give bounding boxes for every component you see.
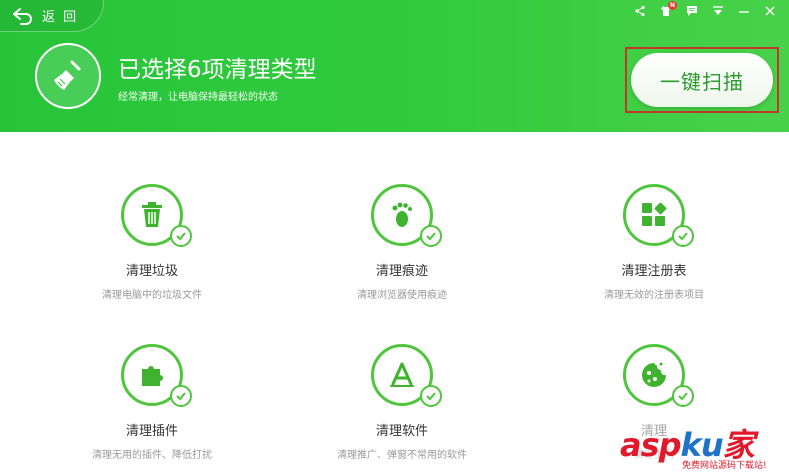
close-icon[interactable] (761, 2, 779, 20)
cookie-icon (623, 344, 694, 407)
check-icon[interactable] (672, 385, 694, 407)
check-icon[interactable] (170, 225, 192, 247)
footprint-icon (371, 184, 442, 247)
skin-icon[interactable]: N (657, 1, 677, 20)
clean-item-desc: 清理电脑中的垃圾文件 (102, 290, 202, 301)
clean-item-desc: 清理无用的插件、降低打扰 (92, 450, 212, 461)
trash-icon (121, 184, 192, 247)
check-icon[interactable] (420, 385, 442, 407)
menu-icon[interactable] (709, 2, 727, 20)
page-title: 已选择6项清理类型 (118, 57, 317, 83)
one-click-scan-button[interactable]: 一键扫描 (631, 53, 773, 107)
page-subtitle: 经常清理，让电脑保持最轻松的状态 (118, 92, 278, 103)
minimize-icon[interactable] (735, 2, 753, 20)
check-icon[interactable] (420, 225, 442, 247)
broom-badge (35, 43, 101, 109)
clean-item-plugins[interactable]: 清理插件 清理无用的插件、降低打扰 (32, 344, 272, 461)
watermark-subtext: 免费网站源码下载站! (682, 461, 767, 471)
back-arrow-icon (13, 7, 32, 25)
message-icon[interactable] (683, 2, 701, 20)
header-banner: 返 回 N 已选择6项清理类型 经常清理，让电脑保持最轻松的状态 一键扫描 (0, 0, 789, 132)
clean-item-software[interactable]: 清理软件 清理推广、弹窗不常用的软件 (282, 344, 522, 461)
back-button[interactable]: 返 回 (0, 0, 104, 32)
clean-item-traces[interactable]: 清理痕迹 清理浏览器使用痕迹 (282, 184, 522, 301)
check-icon[interactable] (672, 225, 694, 247)
back-label: 返 回 (42, 10, 79, 25)
puzzle-icon (121, 344, 192, 407)
watermark-logo: aspku家 免费网站源码下载站! (612, 418, 789, 475)
clean-item-junk[interactable]: 清理垃圾 清理电脑中的垃圾文件 (32, 184, 272, 301)
titlebar-controls: N (631, 1, 779, 20)
clean-item-registry[interactable]: 清理注册表 清理无效的注册表项目 (534, 184, 774, 301)
clean-item-title: 清理痕迹 (375, 264, 428, 279)
app-store-icon (371, 344, 442, 407)
clean-item-title: 清理插件 (125, 424, 178, 439)
registry-icon (623, 184, 694, 247)
clean-item-title: 清理注册表 (621, 264, 687, 279)
share-icon[interactable] (631, 2, 649, 20)
clean-item-desc: 清理浏览器使用痕迹 (357, 290, 447, 301)
broom-icon (54, 60, 81, 90)
clean-item-desc: 清理无效的注册表项目 (604, 290, 704, 301)
clean-item-title: 清理垃圾 (125, 264, 178, 279)
clean-item-desc: 清理推广、弹窗不常用的软件 (337, 450, 467, 461)
notification-badge: N (668, 1, 677, 10)
clean-item-title: 清理软件 (375, 424, 428, 439)
check-icon[interactable] (170, 385, 192, 407)
